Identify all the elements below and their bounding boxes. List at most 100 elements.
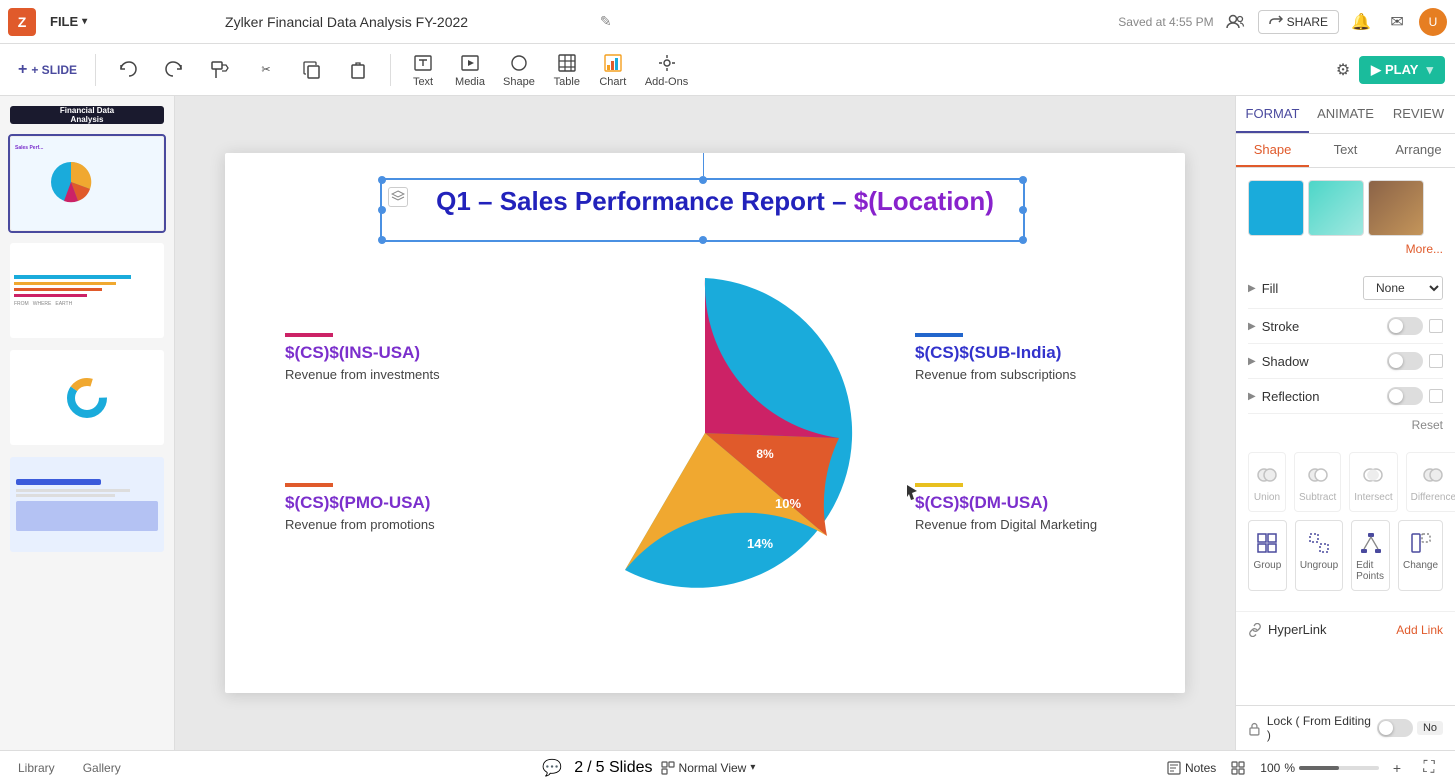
fill-arrow[interactable]: ▶ (1248, 283, 1256, 294)
library-tab[interactable]: Library (12, 757, 61, 779)
text-tool[interactable]: Text (401, 48, 445, 92)
stroke-label: Stroke (1262, 319, 1300, 334)
legend-ins: $(CS)$(INS-USA) Revenue from investments (285, 333, 485, 382)
more-colors-button[interactable]: More... (1248, 242, 1443, 256)
addons-tool[interactable]: Add-Ons (637, 48, 696, 92)
main-layout: 1 Financial DataAnalysis 2 Sales Perf...… (0, 96, 1455, 750)
notes-button[interactable]: Notes (1167, 761, 1216, 775)
chat-icon[interactable]: 💬 (538, 754, 566, 782)
subtab-shape[interactable]: Shape (1236, 134, 1309, 167)
collab-icon[interactable] (1222, 8, 1250, 36)
stroke-arrow[interactable]: ▶ (1248, 321, 1256, 332)
change-label: Change (1403, 560, 1438, 571)
redo-button[interactable] (152, 55, 196, 85)
svg-text:68%: 68% (635, 415, 665, 432)
union-button[interactable]: Union (1248, 452, 1286, 512)
subtab-text[interactable]: Text (1309, 134, 1382, 167)
color-swatch-light-teal[interactable] (1308, 180, 1364, 236)
color-swatch-teal[interactable] (1248, 180, 1304, 236)
canvas-area[interactable]: Q1 – Sales Performance Report – $(Locati… (175, 96, 1235, 750)
add-link-button[interactable]: Add Link (1396, 623, 1443, 637)
tab-format[interactable]: FORMAT (1236, 96, 1309, 133)
group-label: Group (1254, 560, 1282, 571)
change-button[interactable]: Change (1398, 520, 1443, 591)
add-slide-button[interactable]: + + SLIDE (10, 57, 85, 83)
legend-sub-label: $(CS)$(SUB-India) (915, 343, 1125, 363)
file-menu[interactable]: FILE ▾ (44, 10, 93, 33)
undo-button[interactable] (106, 55, 150, 85)
reflection-arrow[interactable]: ▶ (1248, 391, 1256, 402)
subtract-button[interactable]: Subtract (1294, 452, 1341, 512)
slide-thumbnail-3[interactable]: 3 FROMWHEREEARTH (8, 241, 166, 340)
tab-review[interactable]: REVIEW (1382, 96, 1455, 133)
fill-control: ▶ Fill None (1248, 268, 1443, 309)
svg-text:14%: 14% (747, 536, 773, 551)
intersect-button[interactable]: Intersect (1349, 452, 1397, 512)
play-button[interactable]: ▶ PLAY ▾ (1359, 56, 1445, 84)
ungroup-label: Ungroup (1300, 560, 1338, 571)
shadow-arrow[interactable]: ▶ (1248, 356, 1256, 367)
legend-sub-bar (915, 333, 963, 337)
paste-button[interactable] (336, 55, 380, 85)
slide-thumbnail-4[interactable]: 4 (8, 348, 166, 447)
shadow-toggle[interactable] (1387, 352, 1423, 370)
legend-ins-label: $(CS)$(INS-USA) (285, 343, 485, 363)
grid-view-icon[interactable] (1224, 754, 1252, 782)
copy-button[interactable] (290, 55, 334, 85)
bottom-right: Notes 100 % + ⛶ (1167, 754, 1443, 782)
slide-thumbnail-1[interactable]: 1 Financial DataAnalysis (8, 104, 166, 126)
reflection-toggle[interactable] (1387, 387, 1423, 405)
zoom-in-icon[interactable]: + (1383, 754, 1411, 782)
tab-animate[interactable]: ANIMATE (1309, 96, 1382, 133)
divider-1 (95, 54, 96, 86)
lock-label-text: Lock ( From Editing ) (1267, 714, 1377, 742)
difference-button[interactable]: Difference (1406, 452, 1455, 512)
view-selector[interactable]: Normal View ▾ (661, 761, 756, 775)
lock-icon (1248, 721, 1261, 736)
stroke-toggle[interactable] (1387, 317, 1423, 335)
paint-format-button[interactable] (198, 55, 242, 85)
slide-thumbnail-2[interactable]: 2 Sales Perf... (8, 134, 166, 233)
share-button[interactable]: SHARE (1258, 10, 1339, 34)
stroke-checkbox[interactable] (1429, 319, 1443, 333)
color-swatch-wood[interactable] (1368, 180, 1424, 236)
ungroup-button[interactable]: Ungroup (1295, 520, 1343, 591)
right-panel: FORMAT ANIMATE REVIEW Shape Text Arrange… (1235, 96, 1455, 750)
legend-pmo-label: $(CS)$(PMO-USA) (285, 493, 485, 513)
table-tool[interactable]: Table (545, 48, 589, 92)
media-tool[interactable]: Media (447, 48, 493, 92)
shadow-checkbox[interactable] (1429, 354, 1443, 368)
legend-sub: $(CS)$(SUB-India) Revenue from subscript… (915, 333, 1125, 382)
chart-tool[interactable]: Chart (591, 48, 635, 92)
user-avatar[interactable]: U (1419, 8, 1447, 36)
group-icon (1253, 529, 1281, 557)
undo-redo-group (106, 55, 196, 85)
fullscreen-icon[interactable]: ⛶ (1415, 754, 1443, 782)
fill-select[interactable]: None (1363, 276, 1443, 300)
gallery-tab[interactable]: Gallery (77, 757, 127, 779)
slide-thumbnail-5[interactable]: 5 (8, 455, 166, 554)
bell-icon[interactable]: 🔔 (1347, 8, 1375, 36)
reflection-label: Reflection (1262, 389, 1320, 404)
zoom-slider[interactable] (1299, 766, 1379, 770)
settings-icon[interactable]: ⚙ (1329, 56, 1357, 84)
subtab-arrange[interactable]: Arrange (1382, 134, 1455, 167)
shape-tool[interactable]: Shape (495, 48, 543, 92)
shadow-label: Shadow (1262, 354, 1309, 369)
legend-ins-sub: Revenue from investments (285, 367, 485, 382)
boolean-ops-row: Union Subtract Intersect (1248, 452, 1443, 512)
intersect-label: Intersect (1354, 492, 1392, 503)
shadow-control: ▶ Shadow (1248, 344, 1443, 379)
lock-toggle[interactable] (1377, 719, 1413, 737)
color-section: More... (1236, 168, 1455, 268)
view-icon (661, 761, 675, 775)
subtract-icon (1304, 461, 1332, 489)
cut-button[interactable]: ✂ (244, 59, 288, 80)
mail-icon[interactable]: ✉ (1383, 8, 1411, 36)
title-edit-icon[interactable]: ✎ (600, 13, 612, 30)
group-button[interactable]: Group (1248, 520, 1287, 591)
reset-button[interactable]: Reset (1236, 414, 1455, 440)
edit-points-button[interactable]: Edit Points (1351, 520, 1390, 591)
reflection-checkbox[interactable] (1429, 389, 1443, 403)
notes-icon (1167, 761, 1181, 775)
